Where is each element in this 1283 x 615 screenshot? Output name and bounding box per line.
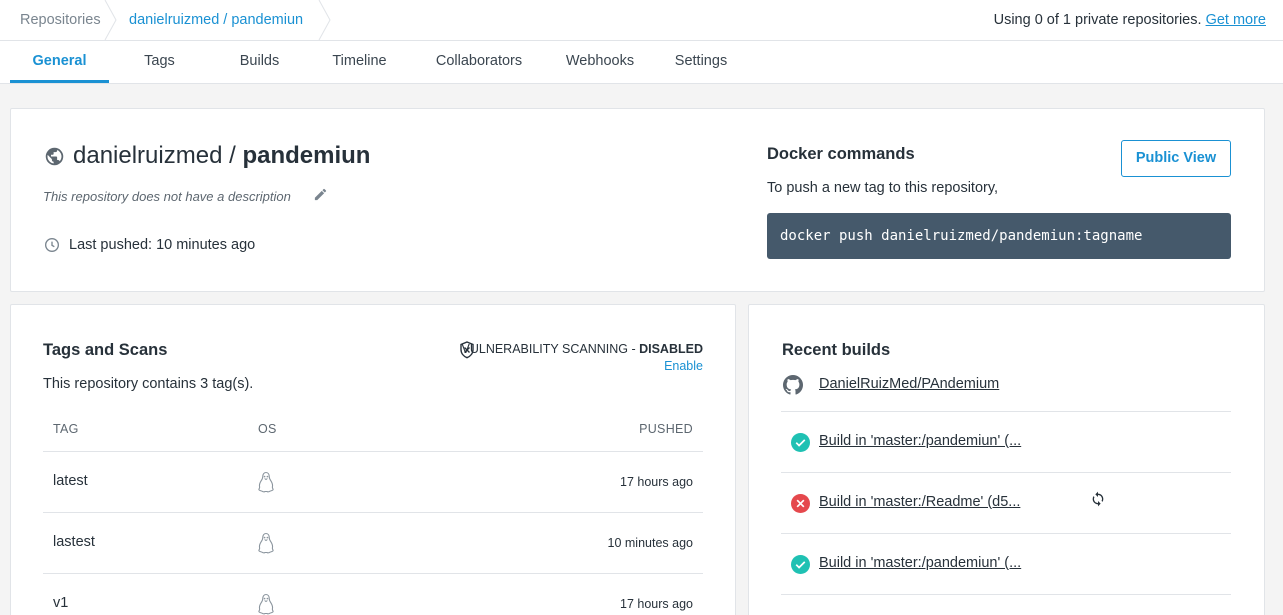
clock-icon <box>44 237 60 258</box>
vuln-label: VULNERABILITY SCANNING - <box>461 342 640 356</box>
linux-icon <box>257 471 275 498</box>
repo-description: This repository does not have a descript… <box>43 189 291 204</box>
failed-x-icon <box>791 494 810 518</box>
column-header-os: OS <box>258 422 277 436</box>
enable-scanning-link[interactable]: Enable <box>664 359 703 373</box>
tags-card-title: Tags and Scans <box>43 341 168 359</box>
recent-builds-title: Recent builds <box>782 341 891 359</box>
tab-timeline[interactable]: Timeline <box>319 41 400 83</box>
repo-namespace: danielruizmed <box>73 142 223 169</box>
retry-build-icon[interactable] <box>1090 490 1106 513</box>
row-divider <box>781 472 1231 473</box>
tab-general[interactable]: General <box>10 41 109 83</box>
breadcrumb-current-repo[interactable]: danielruizmed / pandemiun <box>129 0 303 40</box>
row-divider <box>43 451 703 452</box>
tag-pushed-time: 17 hours ago <box>620 597 693 611</box>
repo-name: pandemiun <box>242 142 371 169</box>
row-divider <box>781 533 1231 534</box>
get-more-link[interactable]: Get more <box>1206 12 1266 28</box>
globe-icon <box>44 146 65 172</box>
breadcrumb-repositories-link[interactable]: Repositories <box>20 0 101 40</box>
row-divider <box>43 573 703 574</box>
vulnerability-scanning-status: VULNERABILITY SCANNING - DISABLED <box>462 342 704 356</box>
row-divider <box>781 594 1231 595</box>
tag-name[interactable]: lastest <box>53 534 95 550</box>
github-icon <box>783 375 803 400</box>
tag-name[interactable]: v1 <box>53 595 68 611</box>
private-repo-usage: Using 0 of 1 private repositories. Get m… <box>994 0 1266 40</box>
chevron-right-icon <box>104 0 118 40</box>
tag-pushed-time: 17 hours ago <box>620 475 693 489</box>
success-check-icon <box>791 433 810 457</box>
last-pushed: Last pushed: 10 minutes ago <box>69 237 256 253</box>
chevron-right-icon <box>318 0 332 40</box>
repo-separator: / <box>229 142 236 169</box>
linux-icon <box>257 593 275 615</box>
docker-commands-subtitle: To push a new tag to this repository, <box>767 180 999 196</box>
linux-icon <box>257 532 275 559</box>
breadcrumb: Repositories danielruizmed / pandemiun U… <box>0 0 1283 41</box>
tag-pushed-time: 10 minutes ago <box>607 536 693 550</box>
build-link[interactable]: Build in 'master:/Readme' (d5... <box>819 494 1020 510</box>
source-repo-link[interactable]: DanielRuizMed/PAndemium <box>819 376 999 392</box>
column-header-tag: TAG <box>53 422 79 436</box>
tag-name[interactable]: latest <box>53 473 88 489</box>
tab-webhooks[interactable]: Webhooks <box>556 41 644 83</box>
tab-bar: General Tags Builds Timeline Collaborato… <box>0 41 1283 84</box>
public-view-button[interactable]: Public View <box>1121 140 1231 177</box>
tab-collaborators[interactable]: Collaborators <box>424 41 534 83</box>
tab-builds[interactable]: Builds <box>219 41 300 83</box>
tab-tags[interactable]: Tags <box>119 41 200 83</box>
row-divider <box>43 512 703 513</box>
docker-push-command[interactable]: docker push danielruizmed/pandemiun:tagn… <box>767 213 1231 259</box>
row-divider <box>781 411 1231 412</box>
edit-description-pencil-icon[interactable] <box>313 187 328 207</box>
column-header-pushed: PUSHED <box>639 422 693 436</box>
tag-count-text: This repository contains 3 tag(s). <box>43 376 254 392</box>
success-check-icon <box>791 555 810 579</box>
build-link[interactable]: Build in 'master:/pandemiun' (... <box>819 555 1021 571</box>
vuln-status: DISABLED <box>639 342 703 356</box>
build-link[interactable]: Build in 'master:/pandemiun' (... <box>819 433 1021 449</box>
docker-commands-title: Docker commands <box>767 145 915 163</box>
usage-text: Using 0 of 1 private repositories. <box>993 12 1202 28</box>
page-title: danielruizmed / pandemiun <box>73 142 370 170</box>
tab-settings[interactable]: Settings <box>664 41 738 83</box>
